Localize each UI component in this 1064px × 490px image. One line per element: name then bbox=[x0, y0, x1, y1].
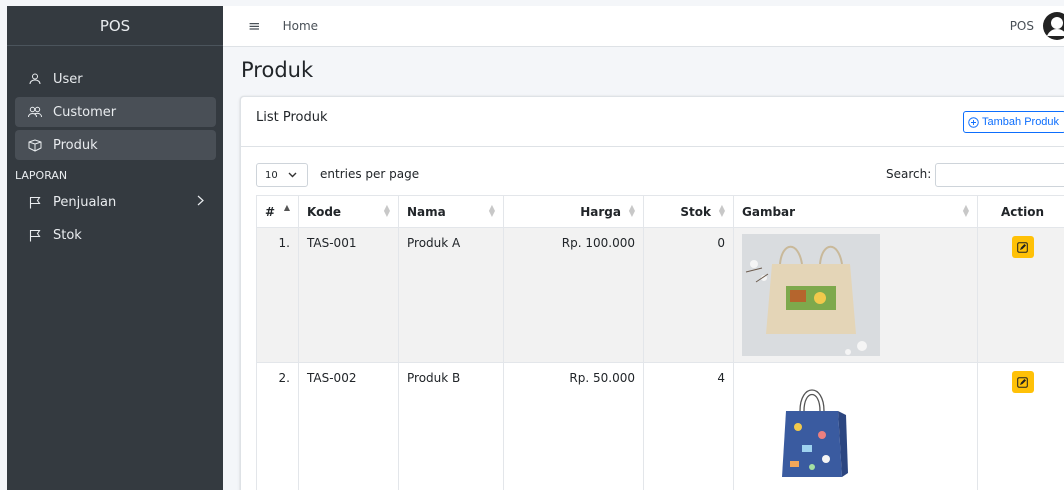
card-header: List Produk Tambah Produk bbox=[241, 97, 1064, 147]
row-gambar bbox=[733, 362, 978, 490]
sidebar-item-user[interactable]: User bbox=[15, 64, 216, 94]
row-action bbox=[977, 362, 1064, 490]
product-table: # ▲ Kode ▲▼ Nama ▲▼ Harga ▲▼ Stok ▲▼ bbox=[256, 195, 1064, 490]
sidebar-item-label: Produk bbox=[53, 137, 98, 153]
flag-icon bbox=[27, 227, 43, 243]
sort-icon: ▲ ▼ bbox=[628, 203, 635, 218]
top-navbar: ≡ Home POS bbox=[223, 6, 1064, 47]
menu-toggle-icon[interactable]: ≡ bbox=[248, 17, 261, 35]
flag-icon bbox=[27, 194, 43, 210]
column-header-number[interactable]: # ▲ bbox=[256, 195, 299, 228]
box-icon bbox=[27, 137, 43, 153]
product-image-gift-bag bbox=[742, 369, 880, 490]
sidebar-nav: User Customer Produk LAPORAN Penjualan S… bbox=[7, 46, 223, 250]
sort-icon: ▲ ▼ bbox=[962, 203, 969, 218]
sort-icon: ▲ ▼ bbox=[383, 203, 390, 218]
card-title: List Produk bbox=[256, 110, 328, 125]
nav-home-link[interactable]: Home bbox=[283, 19, 318, 33]
edit-icon bbox=[1017, 376, 1028, 388]
sort-icon: ▲ ▼ bbox=[718, 203, 725, 218]
row-nama: Produk A bbox=[398, 227, 504, 363]
brand-title[interactable]: POS bbox=[7, 6, 223, 46]
sidebar-section-header: LAPORAN bbox=[15, 169, 68, 182]
users-icon bbox=[27, 104, 43, 120]
row-kode: TAS-002 bbox=[298, 362, 399, 490]
row-gambar bbox=[733, 227, 978, 363]
column-header-action: Action bbox=[977, 195, 1064, 228]
product-image-tote-bag bbox=[742, 234, 880, 356]
product-list-card: List Produk Tambah Produk 10 entries per… bbox=[240, 96, 1064, 490]
table-row: 1. TAS-001 Produk A Rp. 100.000 0 bbox=[256, 227, 1064, 363]
add-product-label: Tambah Produk bbox=[982, 116, 1060, 128]
table-header-row: # ▲ Kode ▲▼ Nama ▲▼ Harga ▲▼ Stok ▲▼ bbox=[256, 195, 1064, 228]
sidebar-item-label: Penjualan bbox=[53, 194, 117, 210]
row-number: 1. bbox=[256, 227, 299, 363]
edit-button[interactable] bbox=[1011, 371, 1034, 393]
sidebar: POS User Customer Produk LAPORAN Penjual… bbox=[7, 6, 223, 490]
chevron-right-icon bbox=[197, 195, 204, 210]
sort-icon: ▲ bbox=[283, 203, 290, 212]
search-label: Search: bbox=[886, 167, 932, 181]
avatar[interactable] bbox=[1042, 11, 1064, 41]
column-header-stok[interactable]: Stok ▲ ▼ bbox=[643, 195, 734, 228]
search-input[interactable] bbox=[935, 163, 1064, 187]
column-header-kode[interactable]: Kode ▲ ▼ bbox=[298, 195, 399, 228]
user-icon bbox=[27, 71, 43, 87]
sidebar-item-label: User bbox=[53, 71, 83, 87]
column-header-gambar[interactable]: Gambar ▲ ▼ bbox=[733, 195, 978, 228]
sidebar-item-label: Customer bbox=[53, 104, 117, 120]
sort-icon: ▲ ▼ bbox=[488, 203, 495, 218]
sidebar-item-customer[interactable]: Customer bbox=[15, 97, 216, 127]
entries-per-page-select[interactable]: 10 bbox=[256, 163, 308, 187]
row-harga: Rp. 100.000 bbox=[503, 227, 644, 363]
entries-value: 10 bbox=[265, 169, 278, 181]
row-stok: 0 bbox=[643, 227, 734, 363]
edit-button[interactable] bbox=[1011, 236, 1034, 258]
sidebar-item-produk[interactable]: Produk bbox=[15, 130, 216, 160]
edit-icon bbox=[1017, 241, 1028, 253]
row-number: 2. bbox=[256, 362, 299, 490]
column-header-nama[interactable]: Nama ▲ ▼ bbox=[398, 195, 504, 228]
table-row: 2. TAS-002 Produk B Rp. 50.000 4 bbox=[256, 362, 1064, 490]
row-stok: 4 bbox=[643, 362, 734, 490]
row-kode: TAS-001 bbox=[298, 227, 399, 363]
row-harga: Rp. 50.000 bbox=[503, 362, 644, 490]
row-action bbox=[977, 227, 1064, 363]
column-header-harga[interactable]: Harga ▲ ▼ bbox=[503, 195, 644, 228]
chevron-down-icon bbox=[288, 172, 297, 178]
sidebar-item-penjualan[interactable]: Penjualan bbox=[15, 187, 216, 217]
nav-user-name[interactable]: POS bbox=[1010, 19, 1034, 33]
row-nama: Produk B bbox=[398, 362, 504, 490]
plus-circle-icon bbox=[968, 116, 979, 128]
page-title: Produk bbox=[241, 58, 314, 82]
entries-label: entries per page bbox=[320, 167, 420, 181]
add-product-button[interactable]: Tambah Produk bbox=[963, 111, 1064, 133]
table-controls: 10 entries per page Search: bbox=[256, 163, 1064, 187]
sidebar-item-stok[interactable]: Stok bbox=[15, 220, 216, 250]
sidebar-item-label: Stok bbox=[53, 227, 82, 243]
